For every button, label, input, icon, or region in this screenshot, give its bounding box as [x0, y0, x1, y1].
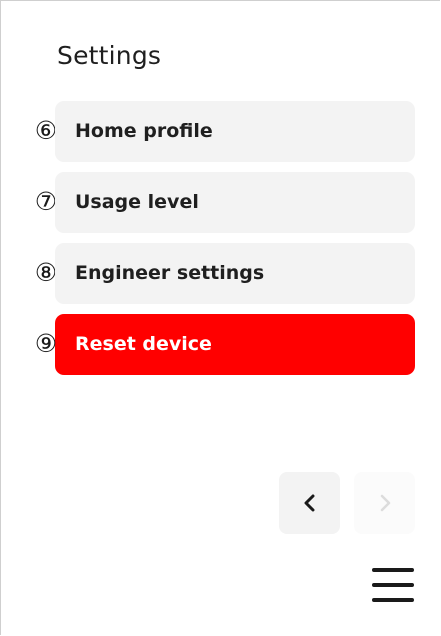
menu-item-label: Home profile: [75, 120, 213, 142]
page-title: Settings: [57, 41, 162, 70]
previous-page-button[interactable]: [279, 472, 340, 534]
chevron-left-icon: [304, 494, 314, 512]
home-profile-button[interactable]: Home profile: [55, 101, 415, 162]
menu-item-label: Reset device: [75, 333, 212, 355]
menu-item-label: Usage level: [75, 191, 199, 213]
engineer-settings-button[interactable]: Engineer settings: [55, 243, 415, 304]
reset-device-button[interactable]: Reset device: [55, 314, 415, 375]
callout-marker: ⑨: [34, 329, 58, 358]
menu-item-label: Engineer settings: [75, 262, 265, 284]
hamburger-menu-icon: [372, 568, 414, 602]
usage-level-button[interactable]: Usage level: [55, 172, 415, 233]
chevron-right-icon: [380, 494, 390, 512]
device-screen: Settings ⑥ Home profile ⑦ Usage level ⑧ …: [0, 0, 440, 635]
hamburger-menu-button[interactable]: [371, 566, 415, 606]
next-page-button: [354, 472, 415, 534]
